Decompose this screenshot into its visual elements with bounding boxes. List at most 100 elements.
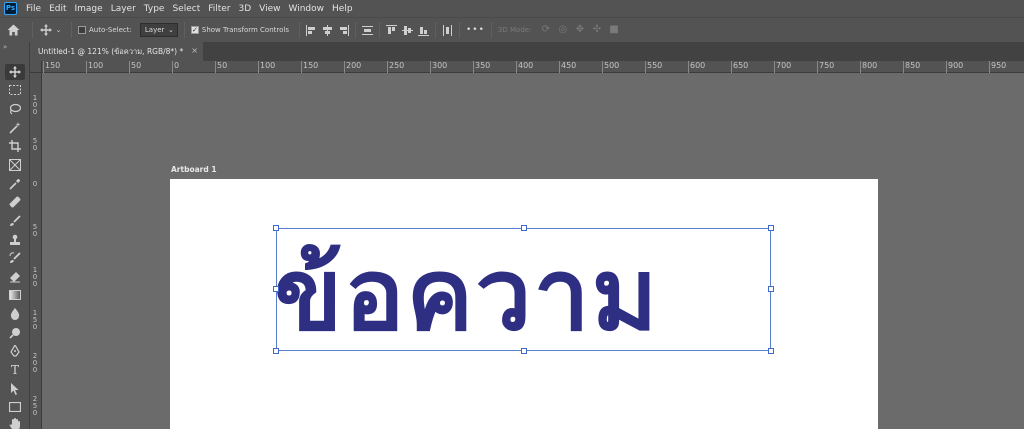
align-horizontal-centers-icon[interactable] xyxy=(322,24,333,36)
path-selection-tool-icon[interactable] xyxy=(5,381,25,397)
ruler-tick-label: 750 xyxy=(819,61,835,70)
distribute-vertically-icon[interactable] xyxy=(361,25,373,36)
magic-wand-tool-icon[interactable] xyxy=(5,120,25,136)
menu-image[interactable]: Image xyxy=(71,4,107,14)
ruler-tick xyxy=(516,61,517,73)
healing-brush-tool-icon[interactable] xyxy=(5,194,25,210)
ruler-tick-label: 250 xyxy=(389,61,405,70)
align-right-edges-icon[interactable] xyxy=(338,24,349,36)
home-button[interactable] xyxy=(0,18,26,43)
divider xyxy=(354,22,356,38)
ruler-tick-label: 150 xyxy=(45,61,61,70)
collapse-panel-button[interactable]: » xyxy=(0,42,29,54)
pen-tool-icon[interactable] xyxy=(5,343,25,359)
ruler-tick xyxy=(473,61,474,73)
orbit-3d-camera-icon[interactable]: ⟳ xyxy=(539,24,552,37)
artboard-label[interactable]: Artboard 1 xyxy=(171,165,217,174)
close-icon[interactable]: × xyxy=(191,46,198,55)
type-tool-icon[interactable]: T xyxy=(5,362,25,378)
crop-tool-icon[interactable] xyxy=(5,138,25,154)
ruler-tick-label: 350 xyxy=(475,61,491,70)
horizontal-ruler[interactable]: 150 100 50 0 50 100 150 200 250 300 350 400 450 500 55… xyxy=(42,61,1024,73)
ruler-tick xyxy=(731,61,732,73)
ruler-tick-label: 50 xyxy=(217,61,228,70)
ruler-tick xyxy=(645,61,646,73)
more-options-button[interactable]: ••• xyxy=(466,25,485,35)
move-tool-preset-icon[interactable] xyxy=(39,24,52,37)
marquee-tool-icon[interactable] xyxy=(5,82,25,98)
photoshop-window: Ps File Edit Image Layer Type Select Fil… xyxy=(0,0,1024,429)
align-left-edges-icon[interactable] xyxy=(305,24,317,36)
transform-handle-top-left[interactable] xyxy=(273,225,279,231)
eyedropper-tool-icon[interactable] xyxy=(5,176,25,192)
document-tab[interactable]: Untitled-1 @ 121% (ข้อความ, RGB/8*) * × xyxy=(30,42,203,61)
zoom-3d-camera-icon[interactable]: ■ xyxy=(607,24,620,37)
tools-panel: » T xyxy=(0,42,30,429)
ruler-tick xyxy=(86,61,87,73)
menu-view[interactable]: View xyxy=(255,4,284,14)
transform-handle-top[interactable] xyxy=(521,225,527,231)
ruler-tick xyxy=(989,61,990,73)
ruler-origin[interactable] xyxy=(30,61,42,73)
hand-tool-icon[interactable] xyxy=(5,416,25,429)
menu-filter[interactable]: Filter xyxy=(204,4,234,14)
menu-edit[interactable]: Edit xyxy=(45,4,70,14)
divider xyxy=(378,22,380,38)
ruler-tick xyxy=(172,61,173,73)
transform-handle-right[interactable] xyxy=(768,286,774,292)
ruler-tick-label: 400 xyxy=(518,61,534,70)
transform-handle-bottom[interactable] xyxy=(521,348,527,354)
history-brush-tool-icon[interactable] xyxy=(5,250,25,266)
ruler-tick xyxy=(215,61,216,73)
slide-3d-camera-icon[interactable]: ✣ xyxy=(590,24,603,37)
blur-tool-icon[interactable] xyxy=(5,306,25,322)
align-vertical-centers-icon[interactable] xyxy=(401,25,413,36)
ruler-tick-label: 5 0 xyxy=(32,137,38,152)
transform-bounding-box[interactable] xyxy=(273,225,774,354)
menu-select[interactable]: Select xyxy=(168,4,204,14)
menu-window[interactable]: Window xyxy=(285,4,329,14)
gradient-tool-icon[interactable] xyxy=(5,287,25,303)
ruler-tick-label: 0 xyxy=(32,180,38,188)
show-transform-controls-checkbox[interactable]: ✓ xyxy=(190,26,199,34)
divider xyxy=(32,22,33,38)
menu-layer[interactable]: Layer xyxy=(107,4,140,14)
transform-handle-bottom-right[interactable] xyxy=(768,348,774,354)
chevron-down-icon[interactable]: ⌄ xyxy=(52,24,65,37)
transform-handle-bottom-left[interactable] xyxy=(273,348,279,354)
ruler-tick xyxy=(559,61,560,73)
align-buttons xyxy=(305,24,349,36)
move-tool-icon[interactable] xyxy=(5,64,25,80)
dodge-tool-icon[interactable] xyxy=(5,325,25,341)
brush-tool-icon[interactable] xyxy=(5,213,25,229)
frame-tool-icon[interactable] xyxy=(5,157,25,173)
clone-stamp-tool-icon[interactable] xyxy=(5,232,25,248)
ruler-tick-label: 550 xyxy=(647,61,663,70)
menu-help[interactable]: Help xyxy=(328,4,357,14)
transform-handle-top-right[interactable] xyxy=(768,225,774,231)
transform-handle-left[interactable] xyxy=(273,286,279,292)
menu-file[interactable]: File xyxy=(22,4,45,14)
vertical-ruler[interactable]: 1 0 0 5 0 0 5 0 1 0 0 1 5 0 2 0 0 2 5 0 xyxy=(30,73,42,429)
ruler-tick xyxy=(688,61,689,73)
menu-3d[interactable]: 3D xyxy=(235,4,256,14)
align-bottom-edges-icon[interactable] xyxy=(417,25,429,36)
auto-select-target-dropdown[interactable]: Layer ⌄ xyxy=(139,23,178,37)
roll-3d-camera-icon[interactable]: ◎ xyxy=(556,24,569,37)
menu-type[interactable]: Type xyxy=(140,4,169,14)
rectangle-tool-icon[interactable] xyxy=(5,399,25,415)
ruler-tick-label: 100 xyxy=(88,61,104,70)
canvas-area[interactable]: Artboard 1 ข้อความ xyxy=(42,73,1024,429)
pan-3d-camera-icon[interactable]: ✥ xyxy=(573,24,586,37)
artboard[interactable]: ข้อความ xyxy=(170,179,878,429)
eraser-tool-icon[interactable] xyxy=(5,269,25,285)
align-top-edges-icon[interactable] xyxy=(385,24,397,36)
lasso-tool-icon[interactable] xyxy=(5,101,25,117)
ruler-tick xyxy=(860,61,861,73)
ruler-tick xyxy=(430,61,431,73)
ruler-tick xyxy=(774,61,775,73)
auto-select-checkbox[interactable] xyxy=(78,26,86,34)
ruler-tick-label: 1 5 0 xyxy=(32,309,38,331)
distribute-horizontally-icon[interactable] xyxy=(442,24,453,36)
ruler-tick-label: 600 xyxy=(690,61,706,70)
